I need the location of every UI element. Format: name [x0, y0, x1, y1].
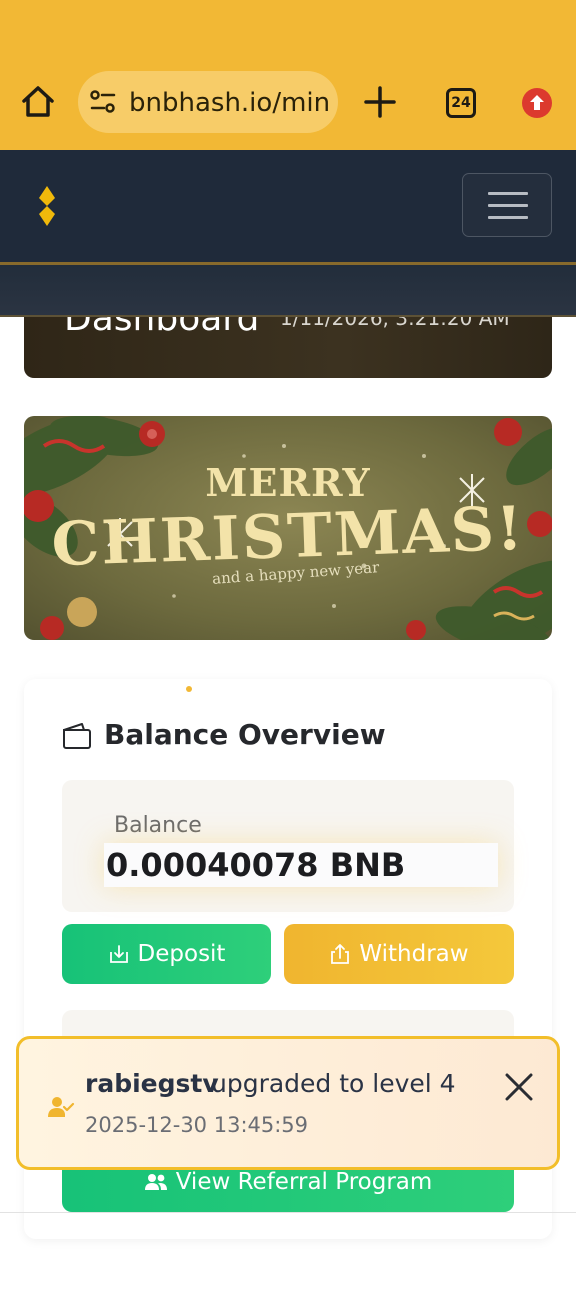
- withdraw-button[interactable]: Withdraw: [284, 924, 514, 984]
- logo-icon[interactable]: [38, 186, 56, 226]
- hamburger-icon: [488, 192, 528, 195]
- christmas-banner: MERRY CHRISTMAS! and a happy new year: [24, 416, 552, 640]
- new-tab-plus-icon[interactable]: [362, 84, 398, 120]
- withdraw-label: Withdraw: [359, 941, 469, 967]
- user-check-icon: [48, 1097, 75, 1117]
- withdraw-icon: [331, 944, 350, 964]
- hamburger-menu-button[interactable]: [462, 173, 552, 237]
- update-icon[interactable]: [522, 88, 552, 118]
- balance-overview-title: Balance Overview: [104, 718, 386, 751]
- tabs-count-icon[interactable]: 24: [446, 88, 476, 118]
- toast-message: upgraded to level 4: [211, 1069, 456, 1098]
- balance-value: 0.00040078 BNB: [104, 843, 498, 887]
- upgrade-toast[interactable]: rabiegstv upgraded to level 4 2025-12-30…: [16, 1036, 560, 1170]
- site-settings-icon[interactable]: [90, 90, 116, 114]
- url-text[interactable]: bnbhash.io/mining: [129, 88, 329, 118]
- wallet-icon: [63, 723, 91, 749]
- content-bottom-divider: [0, 1212, 576, 1213]
- referral-label: View Referral Program: [175, 1169, 433, 1195]
- deposit-icon: [109, 945, 128, 963]
- toast-username: rabiegstv: [85, 1069, 219, 1098]
- balance-label: Balance: [114, 813, 202, 838]
- toast-timestamp: 2025-12-30 13:45:59: [85, 1113, 309, 1137]
- home-icon[interactable]: [18, 82, 58, 122]
- users-icon: [144, 1174, 167, 1190]
- close-icon[interactable]: [503, 1071, 535, 1103]
- deposit-label: Deposit: [137, 941, 226, 967]
- sticky-subnav: [0, 265, 576, 317]
- deposit-button[interactable]: Deposit: [62, 924, 271, 984]
- address-bar[interactable]: bnbhash.io/mining: [78, 71, 338, 133]
- decorative-dot: [186, 686, 192, 692]
